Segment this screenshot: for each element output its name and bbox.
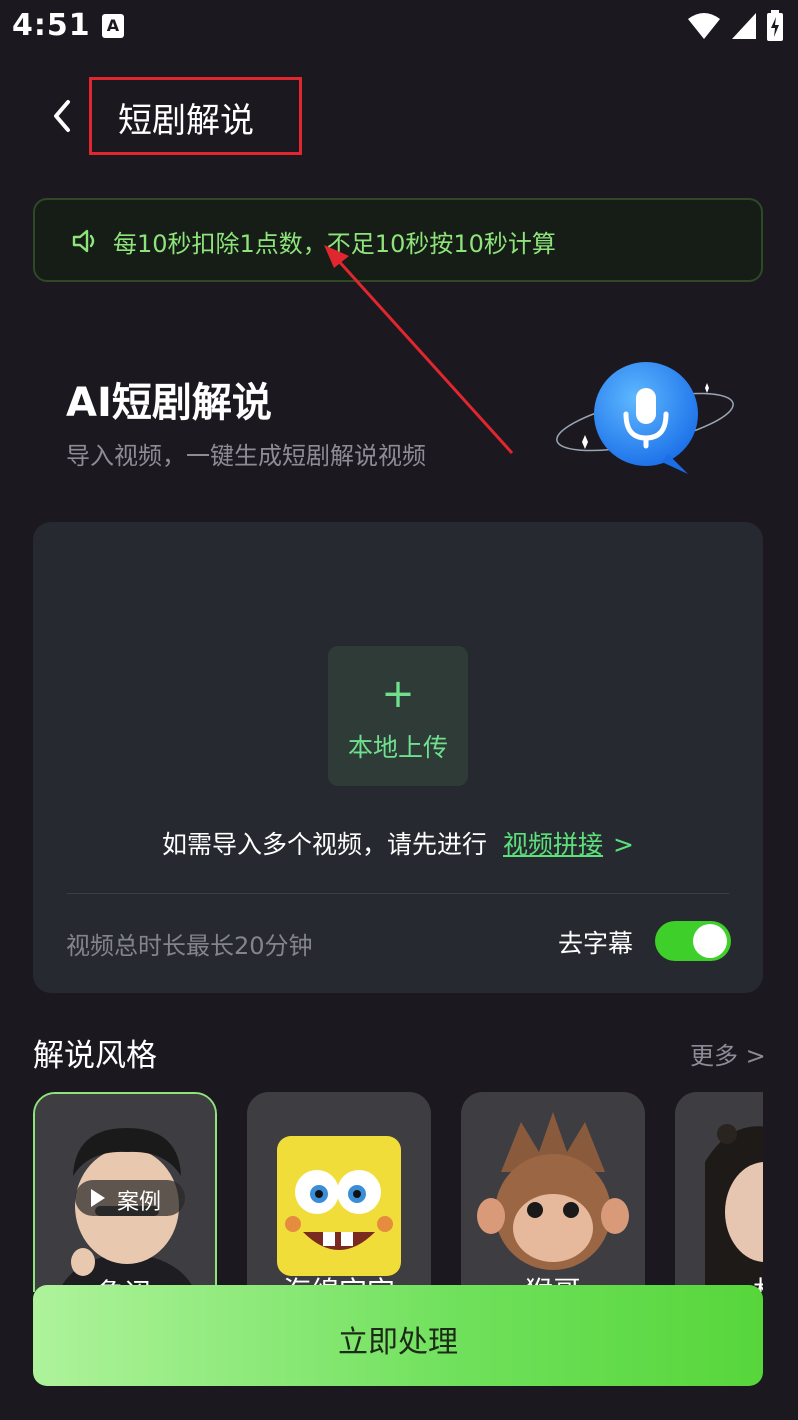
page-title: 短剧解说	[118, 101, 254, 141]
local-upload-label: 本地上传	[347, 733, 448, 762]
status-bar: 4:51 A	[0, 0, 798, 54]
plus-icon: +	[381, 671, 415, 717]
remove-subtitle-label: 去字幕	[558, 929, 634, 958]
multi-video-text: 如需导入多个视频，请先进行	[162, 830, 488, 859]
style-card-spongebob[interactable]: 海绵宝宝	[247, 1092, 431, 1292]
chevron-right-icon[interactable]: >	[613, 830, 634, 859]
case-badge[interactable]: 案例	[75, 1180, 185, 1216]
duration-limit-text: 视频总时长最长20分钟	[66, 932, 313, 960]
more-link[interactable]: 更多 >	[690, 1036, 766, 1071]
back-button[interactable]	[44, 96, 80, 136]
process-now-button[interactable]: 立即处理	[33, 1285, 763, 1386]
style-card-monkey[interactable]: 猴哥	[461, 1092, 645, 1292]
hero-title: AI短剧解说	[66, 380, 272, 426]
a-icon: A	[102, 14, 124, 38]
section-title-style: 解说风格	[33, 1038, 157, 1074]
upload-card: + 本地上传 如需导入多个视频，请先进行 视频拼接 > 视频总时长最长20分钟 去字…	[33, 522, 763, 993]
style-card-lin[interactable]: 林	[675, 1092, 763, 1292]
style-card-luxun[interactable]: 案例 鲁迅	[33, 1092, 217, 1292]
status-time: 4:51	[12, 8, 91, 43]
chevron-left-icon	[54, 100, 70, 132]
battery-icon	[767, 10, 783, 41]
process-now-label: 立即处理	[338, 1325, 458, 1360]
divider	[67, 893, 729, 894]
wifi-icon	[688, 13, 720, 39]
remove-subtitle-toggle[interactable]	[655, 921, 731, 961]
status-icons	[686, 10, 784, 42]
video-merge-link[interactable]: 视频拼接	[503, 830, 603, 859]
notice-banner: 每10秒扣除1点数，不足10秒按10秒计算	[33, 198, 763, 282]
toggle-knob	[693, 924, 727, 958]
play-icon	[91, 1189, 105, 1207]
monkey-avatar-image	[461, 1092, 645, 1292]
local-upload-button[interactable]: + 本地上传	[328, 646, 468, 786]
lin-avatar-image	[675, 1092, 763, 1292]
speaker-icon	[72, 229, 95, 253]
notice-text: 每10秒扣除1点数，不足10秒按10秒计算	[113, 230, 556, 258]
multi-video-hint: 如需导入多个视频，请先进行 视频拼接 >	[33, 825, 763, 861]
case-label: 案例	[117, 1190, 162, 1215]
microphone-bubble-icon	[556, 362, 734, 474]
style-list: 案例 鲁迅 海绵宝宝	[33, 1092, 763, 1292]
hero-subtitle: 导入视频，一键生成短剧解说视频	[66, 442, 426, 470]
signal-icon	[732, 13, 756, 39]
spongebob-avatar-image	[247, 1092, 431, 1292]
